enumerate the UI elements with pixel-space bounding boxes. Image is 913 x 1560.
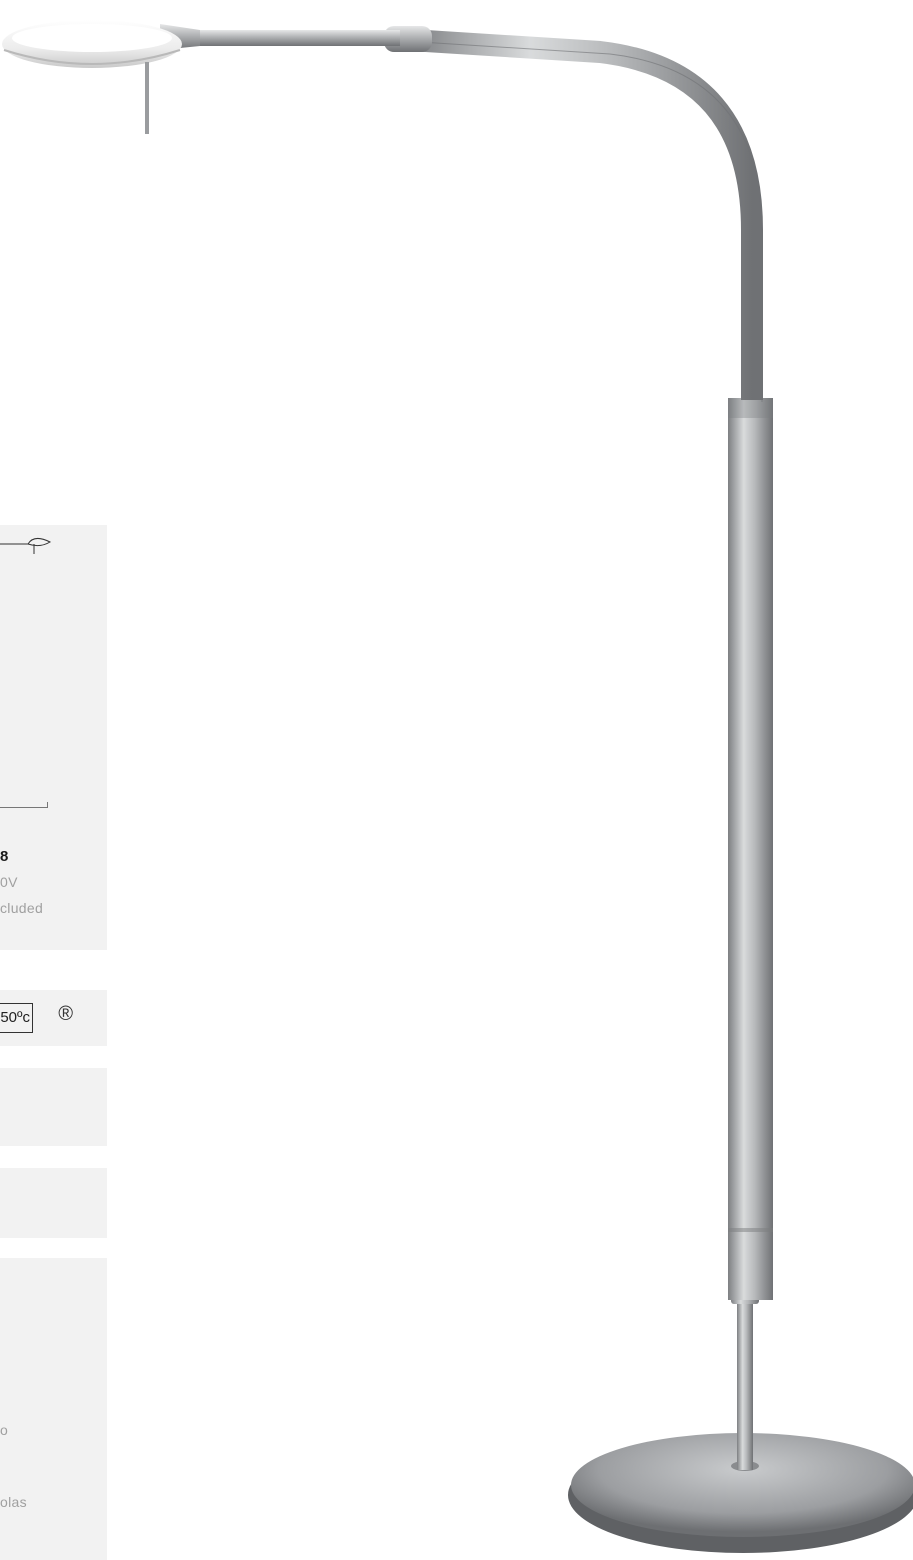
bulb-included-label: cluded [0, 900, 44, 916]
spec-panel-block-1 [0, 1068, 107, 1146]
spec-panel-block-2 [0, 1168, 107, 1238]
voltage-label: 0V [0, 874, 18, 890]
lamp-sketch-icon [0, 538, 52, 554]
footer-fragment-2: olas [0, 1494, 27, 1510]
dimension-line [0, 802, 48, 808]
temperature-rating-icon: 50ºc [0, 1003, 33, 1033]
spec-panel-block-3 [0, 1258, 107, 1560]
model-number: 8 [0, 848, 9, 865]
footer-fragment-1: o [0, 1422, 9, 1438]
floor-lamp-photo [2, 20, 913, 1553]
registered-mark-icon: ® [58, 1003, 73, 1025]
